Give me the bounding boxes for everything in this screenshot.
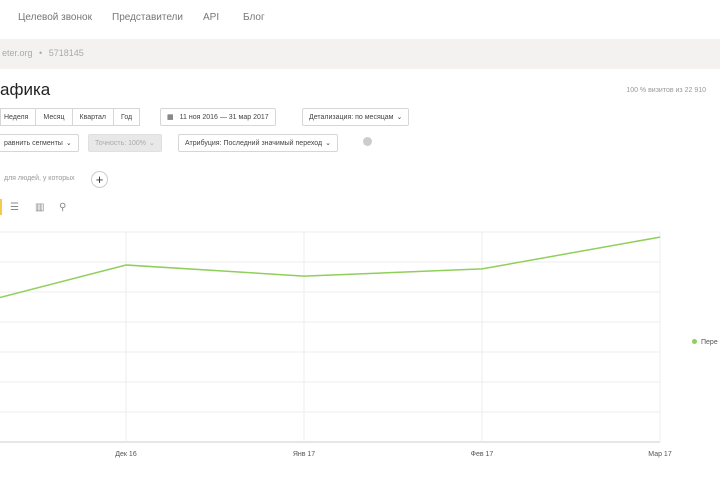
x-tick-label: Янв 17 [293,451,315,458]
legend-dot [692,339,697,344]
legend-item[interactable]: Пере [692,339,718,346]
line-chart: Дек 16 Янв 17 Фев 17 Мар 17 [0,231,672,458]
x-tick-label: Фев 17 [471,451,494,458]
x-tick-label: Мар 17 [648,451,672,458]
x-tick-label: Дек 16 [115,451,137,458]
series-line [0,236,661,299]
